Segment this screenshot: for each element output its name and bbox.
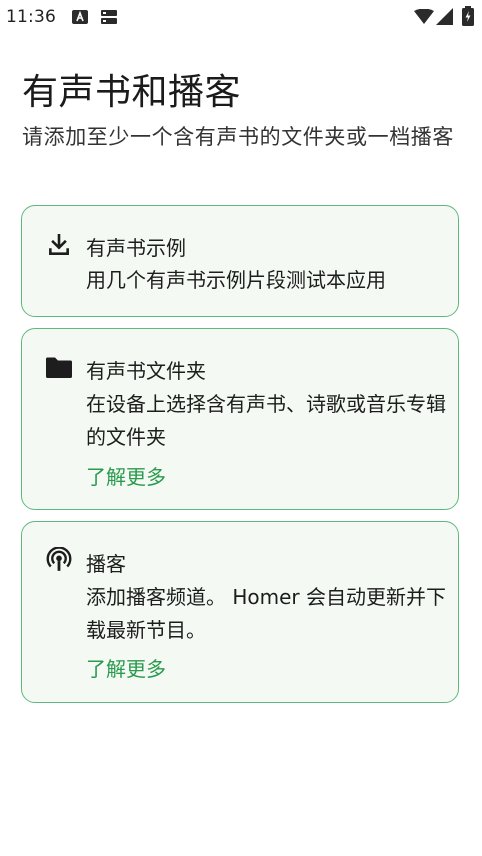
card-audiobook-folder[interactable]: 有声书文件夹 在设备上选择含有声书、诗歌或音乐专辑的文件夹 了解更多 — [21, 328, 459, 510]
folder-icon — [46, 357, 72, 378]
page-title: 有声书和播客 — [22, 72, 242, 113]
card-title: 有声书示例 — [86, 236, 186, 260]
card-podcasts[interactable]: 播客 添加播客频道。 Homer 会自动更新并下载最新节目。 了解更多 — [21, 521, 459, 703]
notification-a-icon — [72, 10, 88, 24]
card-description: 用几个有声书示例片段测试本应用 — [86, 268, 386, 292]
cellular-signal-icon — [436, 8, 453, 25]
card-description: 添加播客频道。 Homer 会自动更新并下载最新节目。 — [86, 585, 446, 642]
status-time: 11:36 — [6, 7, 56, 27]
learn-more-link[interactable]: 了解更多 — [86, 653, 166, 682]
card-title: 播客 — [86, 552, 126, 576]
storage-icon — [101, 10, 117, 24]
card-title: 有声书文件夹 — [86, 359, 206, 383]
card-sample-audiobooks[interactable]: 有声书示例 用几个有声书示例片段测试本应用 — [21, 205, 459, 317]
download-icon — [49, 233, 69, 255]
card-description: 在设备上选择含有声书、诗歌或音乐专辑的文件夹 — [86, 392, 446, 449]
wifi-icon — [414, 9, 434, 24]
status-bar: 11:36 — [0, 0, 482, 36]
learn-more-link[interactable]: 了解更多 — [86, 461, 166, 490]
page-subtitle: 请添加至少一个含有声书的文件夹或一档播客 — [22, 125, 454, 149]
podcast-icon — [46, 547, 72, 571]
battery-charging-icon — [462, 6, 474, 26]
